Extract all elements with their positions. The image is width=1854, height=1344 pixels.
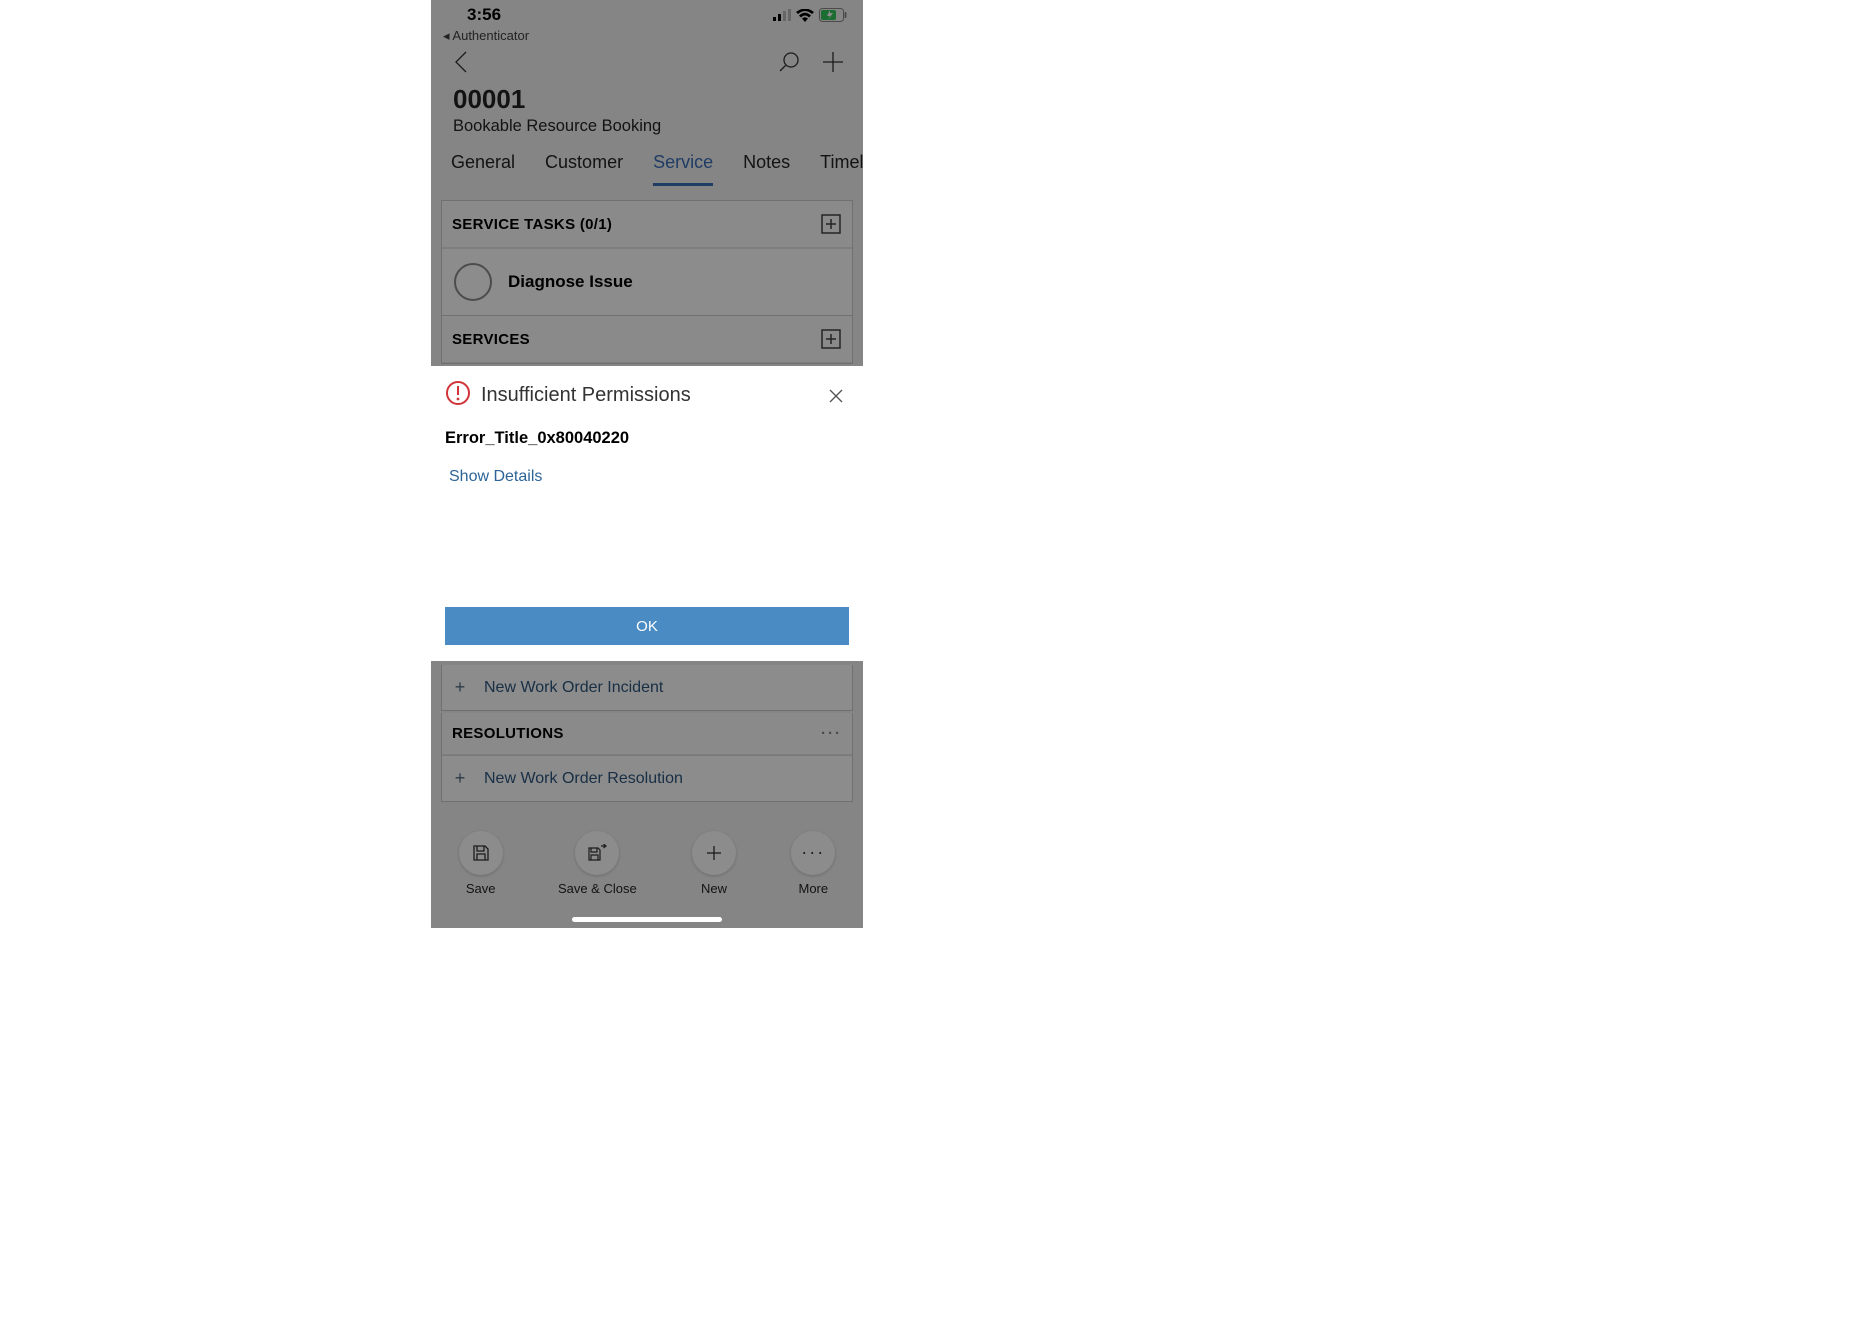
dialog-title: Insufficient Permissions bbox=[481, 384, 815, 407]
show-details-link[interactable]: Show Details bbox=[431, 452, 863, 486]
error-code: Error_Title_0x80040220 bbox=[431, 417, 863, 452]
phone-frame: 3:56 ◂ Authenticator 00001 Bookable Reso… bbox=[431, 0, 863, 928]
home-indicator[interactable] bbox=[572, 917, 722, 922]
error-icon bbox=[445, 380, 471, 411]
close-icon[interactable] bbox=[825, 385, 847, 407]
error-dialog: Insufficient Permissions Error_Title_0x8… bbox=[431, 366, 863, 661]
dialog-header: Insufficient Permissions bbox=[431, 366, 863, 417]
ok-button[interactable]: OK bbox=[445, 607, 849, 645]
